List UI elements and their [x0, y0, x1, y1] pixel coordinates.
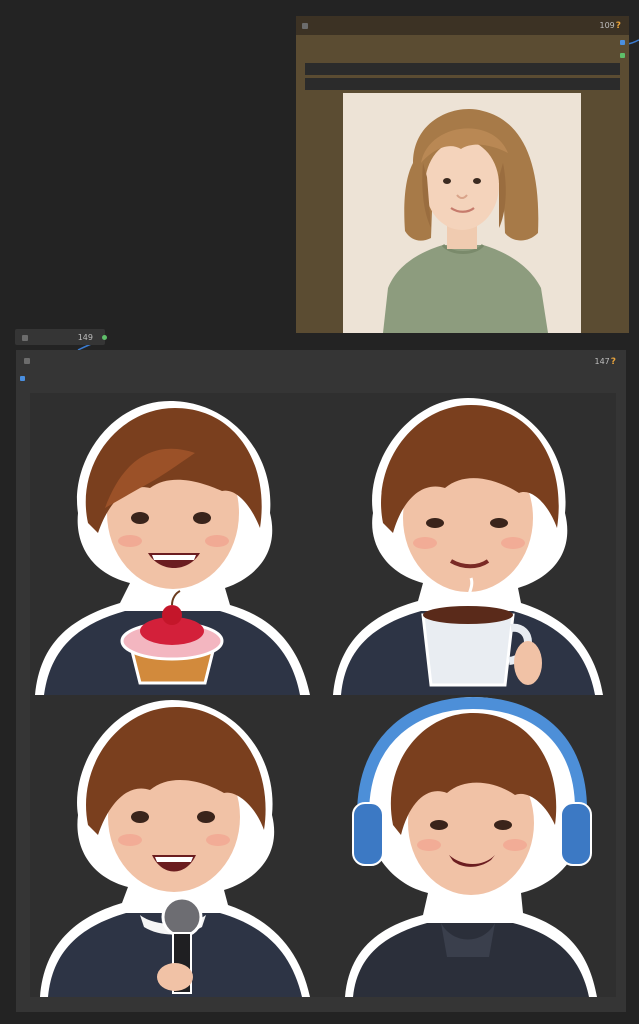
widget-row-1[interactable] [305, 63, 620, 75]
output-port-green[interactable] [620, 53, 625, 58]
collapse-toggle-icon[interactable] [24, 358, 30, 364]
node-header[interactable]: 147? [16, 350, 626, 369]
node-id-badge: 109? [599, 21, 621, 31]
widget-row-2[interactable] [305, 78, 620, 90]
output-port-blue[interactable] [620, 40, 625, 45]
output-port-green[interactable] [102, 335, 107, 340]
node-id-badge: 149 [77, 333, 93, 342]
collapse-toggle-icon[interactable] [22, 335, 28, 341]
preview-image-node[interactable]: 147? [16, 350, 626, 1012]
help-icon[interactable]: ? [611, 357, 616, 367]
collapse-toggle-icon[interactable] [302, 23, 308, 29]
help-icon[interactable]: ? [616, 21, 621, 31]
sticker-cupcake[interactable] [30, 393, 323, 695]
sticker-microphone[interactable] [30, 695, 323, 997]
image-grid [30, 393, 616, 997]
sticker-coffee-mug[interactable] [323, 393, 616, 695]
collapsed-node[interactable]: 149 [15, 329, 107, 345]
sticker-headphones[interactable] [323, 695, 616, 997]
load-image-node[interactable]: 109? [296, 16, 629, 333]
input-port-blue[interactable] [20, 376, 25, 381]
node-id-badge: 147? [594, 357, 616, 367]
node-header[interactable]: 109? [296, 16, 629, 35]
source-photo [343, 93, 581, 333]
